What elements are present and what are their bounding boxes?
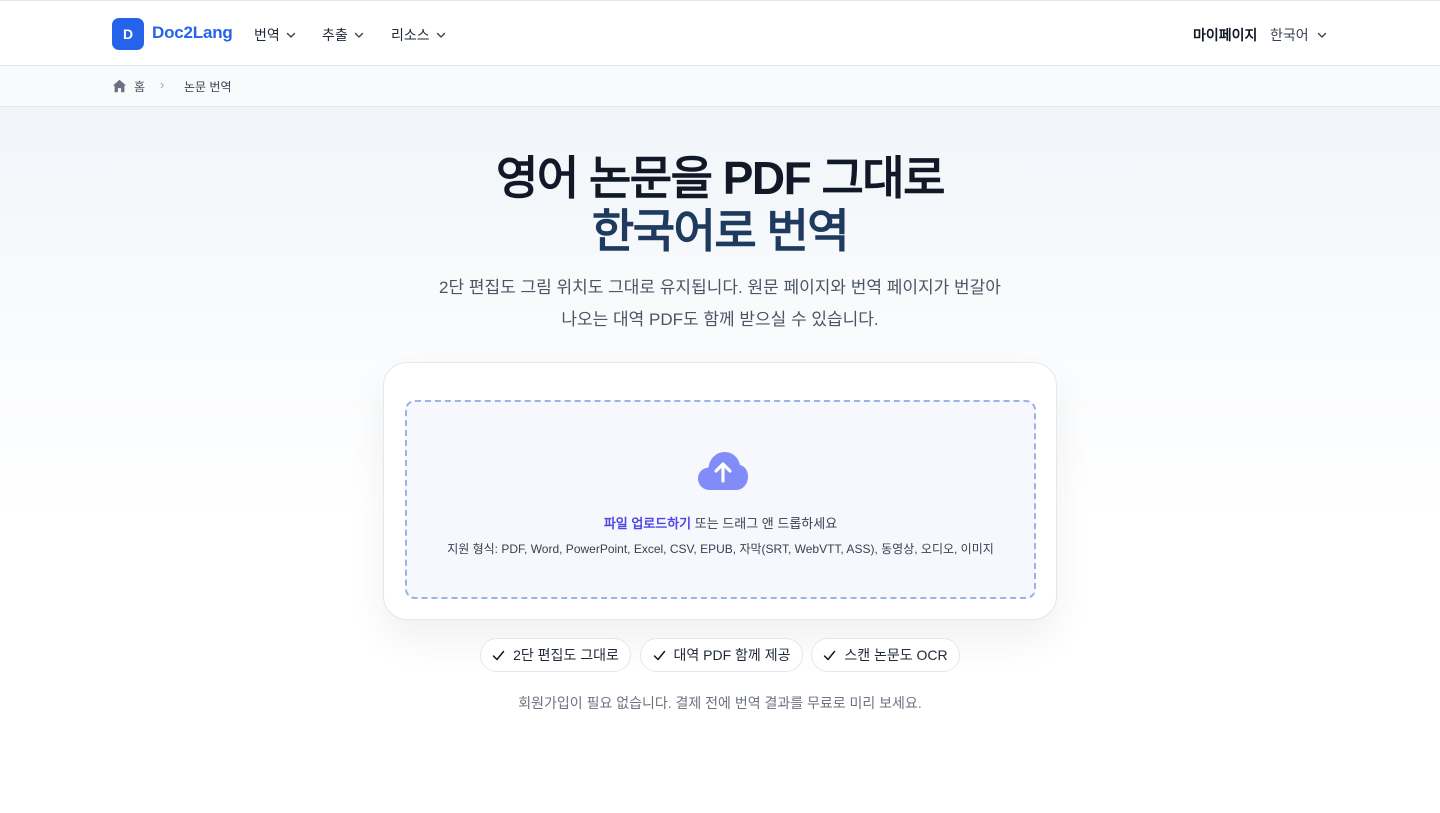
breadcrumb-home[interactable]: 홈: [134, 78, 145, 95]
mypage-link[interactable]: 마이페이지: [1193, 25, 1257, 45]
feature-pill-label: 대역 PDF 함께 제공: [673, 647, 791, 663]
logo-icon[interactable]: D: [112, 18, 144, 50]
page-title-line1: 영어 논문을 PDF 그대로: [496, 152, 945, 204]
nav-resources[interactable]: 리소스: [391, 25, 446, 45]
feature-pill-layout: 2단 편집도 그대로: [480, 638, 631, 672]
supported-formats: 지원 형식: PDF, Word, PowerPoint, Excel, CSV…: [447, 542, 994, 556]
home-icon[interactable]: [112, 79, 127, 93]
upload-file-link[interactable]: 파일 업로드하기: [604, 516, 691, 531]
chevron-down-icon: [354, 30, 364, 40]
subtitle-line1: 2단 편집도 그림 위치도 그대로 유지됩니다. 원문 페이지와 번역 페이지가…: [439, 278, 1001, 297]
upload-card: 파일 업로드하기 또는 드래그 앤 드롭하세요 지원 형식: PDF, Word…: [383, 362, 1057, 620]
chevron-down-icon: [286, 30, 296, 40]
check-icon: [653, 650, 665, 660]
check-icon: [492, 650, 505, 660]
feature-pill-bilingual: 대역 PDF 함께 제공: [640, 638, 803, 672]
feature-pill-ocr: 스캔 논문도 OCR: [811, 638, 960, 672]
breadcrumb: 홈 › 논문 번역: [0, 66, 1440, 107]
top-header: D Doc2Lang 번역 추출 리소스 마이페이지 한국어: [0, 0, 1440, 66]
nav-translate-label: 번역: [254, 27, 280, 43]
brand-name[interactable]: Doc2Lang: [152, 23, 233, 43]
breadcrumb-separator: ›: [160, 77, 165, 92]
chevron-down-icon: [1317, 30, 1327, 40]
chevron-down-icon: [436, 30, 446, 40]
no-signup-note: 회원가입이 필요 없습니다. 결제 전에 번역 결과를 무료로 미리 보세요.: [518, 695, 922, 711]
nav-translate[interactable]: 번역: [254, 25, 296, 45]
page-subtitle: 2단 편집도 그림 위치도 그대로 유지됩니다. 원문 페이지와 번역 페이지가…: [420, 272, 1020, 336]
nav-resources-label: 리소스: [391, 27, 430, 43]
subtitle-line2: 나오는 대역 PDF도 함께 받으실 수 있습니다.: [561, 310, 879, 329]
nav-extract[interactable]: 추출: [322, 25, 364, 45]
feature-pill-label: 2단 편집도 그대로: [513, 647, 619, 663]
nav-extract-label: 추출: [322, 27, 348, 43]
file-dropzone[interactable]: 파일 업로드하기 또는 드래그 앤 드롭하세요 지원 형식: PDF, Word…: [405, 400, 1036, 599]
page-title-line2: 한국어로 번역: [591, 205, 850, 257]
breadcrumb-current: 논문 번역: [184, 80, 232, 94]
cloud-upload-icon[interactable]: [697, 450, 749, 492]
language-selector[interactable]: 한국어: [1270, 25, 1327, 45]
language-label: 한국어: [1270, 27, 1309, 43]
drag-drop-text: 또는 드래그 앤 드롭하세요: [691, 516, 838, 531]
upload-instructions: 파일 업로드하기 또는 드래그 앤 드롭하세요: [407, 513, 1034, 532]
check-icon: [824, 650, 836, 660]
feature-pill-label: 스캔 논문도 OCR: [844, 647, 948, 663]
